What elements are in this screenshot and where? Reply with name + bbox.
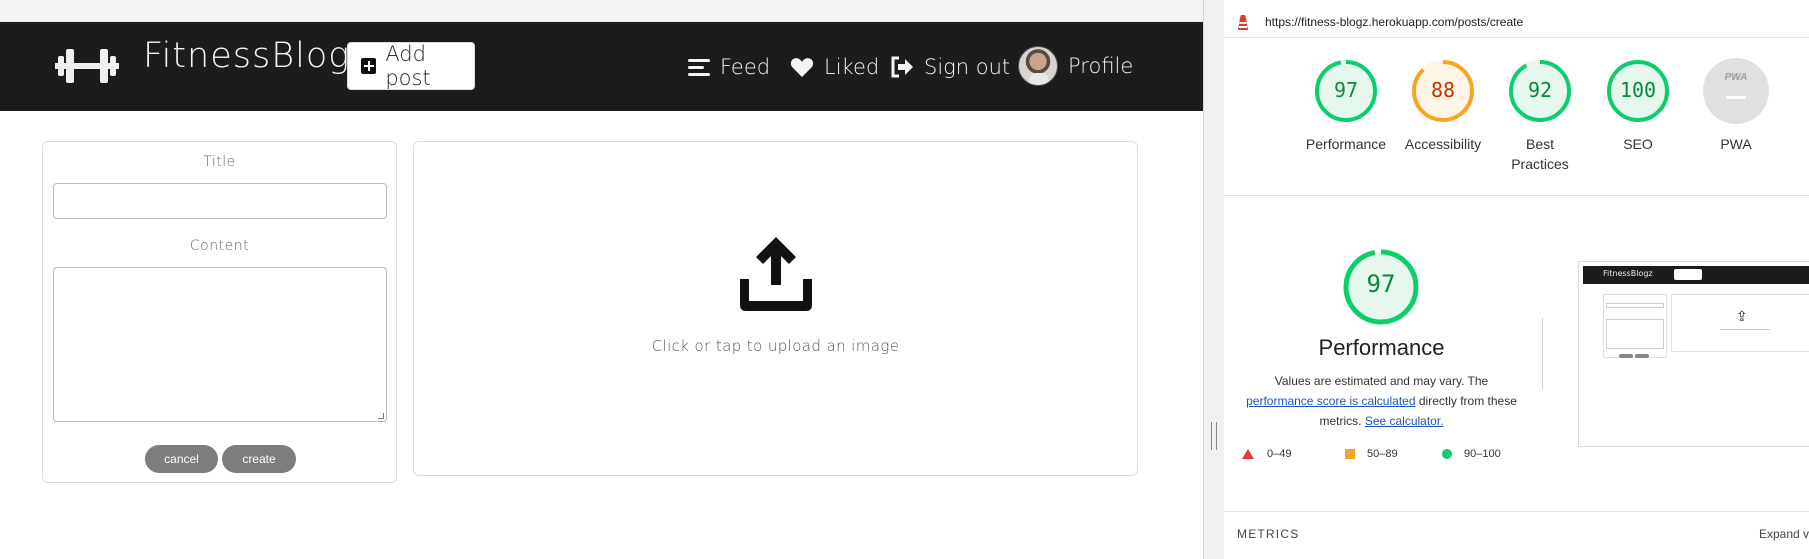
nav-liked-label: Liked [824, 55, 880, 79]
performance-heading: Performance [1318, 335, 1445, 360]
section-divider [1224, 195, 1809, 196]
image-upload-dropzone[interactable]: Click or tap to upload an image [413, 141, 1138, 476]
thumbnail-upload-text [1720, 329, 1770, 330]
category-name-pwa: PWA [1720, 136, 1752, 152]
app-viewport: FitnessBlogz Add post Feed Liked Sign ou… [0, 0, 1203, 559]
thumbnail-brand: FitnessBlogz [1603, 269, 1653, 278]
nav-profile-link[interactable]: Profile [1018, 46, 1133, 86]
title-input[interactable] [53, 183, 387, 219]
score-accessibility: 88 [1430, 78, 1456, 102]
thumbnail-create [1635, 354, 1649, 358]
pwa-badge-icon [1703, 58, 1769, 124]
performance-score-large: 97 [1366, 270, 1396, 298]
final-screenshot-thumbnail[interactable]: FitnessBlogz ⇪ [1578, 261, 1809, 447]
screen: { "app": { "brand": "FitnessBlogz", "add… [0, 0, 1809, 559]
perf-desc-text-1: Values are estimated and may vary. The [1274, 374, 1489, 388]
lighthouse-panel: https://fitness-blogz.herokuapp.com/post… [1224, 0, 1809, 559]
legend-pass: 90–100 [1442, 448, 1501, 460]
content-label: Content [189, 238, 250, 254]
devtools-splitter[interactable] [1203, 0, 1224, 559]
nav-feed-link[interactable]: Feed [688, 52, 770, 82]
square-icon [1345, 449, 1355, 459]
dumbbell-icon[interactable] [55, 46, 119, 86]
score-legend: 0–49 50–89 90–100 [1242, 448, 1542, 464]
thumbnail-form [1603, 294, 1667, 358]
upload-hint: Click or tap to upload an image [651, 337, 900, 355]
score-seo: 100 [1619, 78, 1657, 102]
category-name-accessibility: Accessibility [1404, 136, 1482, 152]
gauge-performance[interactable]: 97 Performance [1297, 58, 1395, 154]
gauge-pwa[interactable]: PWA PWA [1687, 58, 1785, 154]
create-button[interactable]: create [222, 445, 296, 473]
browser-top-strip [0, 0, 1203, 22]
category-name-best-practices: Best Practices [1511, 136, 1569, 172]
pwa-dash-icon [1726, 96, 1746, 99]
thumbnail-title-field [1606, 303, 1664, 308]
content-textarea[interactable] [53, 267, 387, 422]
sign-out-icon [891, 56, 913, 78]
splitter-grip-icon[interactable] [1211, 422, 1217, 450]
category-name-seo: SEO [1623, 136, 1653, 152]
post-form-card: Title Content cancel create [42, 141, 397, 483]
avatar [1018, 46, 1058, 86]
thumbnail-add-post [1674, 269, 1702, 280]
textarea-resize-handle[interactable] [378, 413, 384, 419]
report-url-bar: https://fitness-blogz.herokuapp.com/post… [1224, 8, 1809, 38]
lighthouse-icon [1238, 15, 1248, 30]
performance-score-link[interactable]: performance score is calculated [1246, 394, 1415, 408]
legend-average-label: 50–89 [1367, 448, 1398, 460]
thumbnail-cancel [1619, 354, 1633, 358]
metrics-heading: METRICS [1237, 527, 1300, 541]
legend-fail: 0–49 [1242, 448, 1291, 460]
report-url[interactable]: https://fitness-blogz.herokuapp.com/post… [1265, 15, 1523, 29]
nav-profile-label: Profile [1068, 54, 1134, 78]
brand-name[interactable]: FitnessBlogz [143, 36, 370, 76]
menu-lines-icon [688, 59, 710, 76]
pwa-badge-text: PWA [1724, 72, 1748, 83]
nav-feed-label: Feed [720, 55, 771, 79]
title-label: Title [203, 154, 236, 170]
category-name-performance: Performance [1305, 136, 1387, 152]
see-calculator-link[interactable]: See calculator. [1365, 414, 1444, 428]
thumbnail-upload-area: ⇪ [1671, 294, 1809, 352]
expand-view-toggle[interactable]: Expand view [1759, 527, 1809, 541]
performance-description: Values are estimated and may vary. The p… [1234, 371, 1529, 431]
score-best-practices: 92 [1527, 78, 1553, 102]
cancel-button[interactable]: cancel [145, 445, 218, 473]
nav-sign-out-label: Sign out [924, 55, 1011, 79]
gauge-accessibility[interactable]: 88 Accessibility [1394, 58, 1492, 154]
thumbnail-content-field [1606, 319, 1664, 349]
legend-pass-label: 90–100 [1464, 448, 1501, 460]
upload-icon [740, 237, 812, 311]
metrics-divider [1224, 511, 1809, 512]
thumbnail-upload-icon: ⇪ [1736, 309, 1748, 325]
category-gauges: 97 Performance 88 Accessibility 92 Best … [1224, 58, 1809, 183]
triangle-icon [1242, 449, 1254, 459]
thumbnail-navbar: FitnessBlogz [1583, 266, 1809, 284]
legend-fail-label: 0–49 [1267, 448, 1292, 460]
navbar: FitnessBlogz Add post Feed Liked Sign ou… [0, 22, 1203, 111]
score-performance: 97 [1333, 78, 1359, 102]
add-post-label: Add post [385, 42, 431, 90]
vertical-divider [1542, 318, 1543, 390]
legend-average: 50–89 [1345, 448, 1398, 460]
plus-square-icon [361, 58, 377, 74]
gauge-seo[interactable]: 100 SEO [1589, 58, 1687, 154]
nav-liked-link[interactable]: Liked [790, 52, 879, 82]
add-post-button[interactable]: Add post [347, 42, 475, 90]
gauge-best-practices[interactable]: 92 Best Practices [1491, 58, 1589, 174]
circle-icon [1442, 449, 1452, 459]
heart-icon [790, 57, 814, 77]
nav-sign-out-link[interactable]: Sign out [890, 52, 1010, 82]
